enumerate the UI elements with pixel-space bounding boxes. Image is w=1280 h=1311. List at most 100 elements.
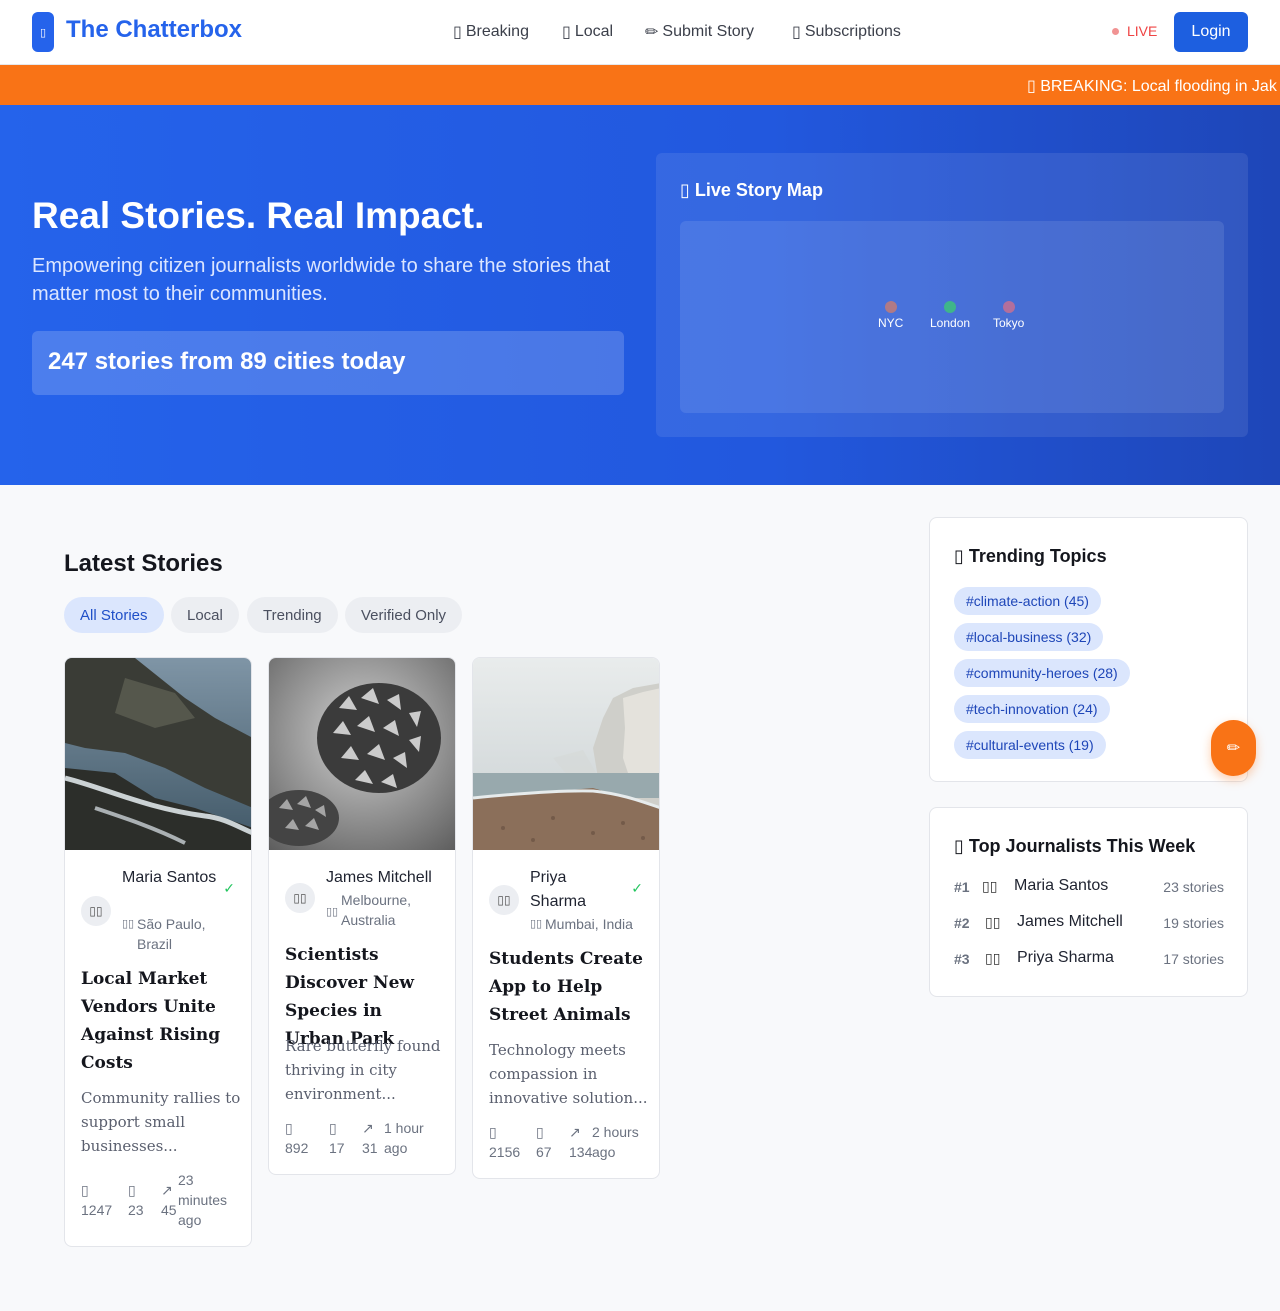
map-pin-nyc[interactable]: NYC — [878, 301, 903, 330]
topic-tag[interactable]: #cultural-events (19) — [954, 731, 1106, 759]
hero-title: Real Stories. Real Impact. — [32, 195, 485, 236]
story-image-pinecone[interactable] — [269, 658, 456, 850]
live-label: LIVE — [1127, 23, 1158, 39]
views-value: 2156 — [489, 1144, 521, 1160]
story-card[interactable]: ▯▯ Maria Santos ✓ ▯▯ São Paulo, Brazil L… — [64, 657, 252, 1247]
topic-tag[interactable]: #tech-innovation (24) — [954, 695, 1110, 723]
views-count: ▯ 892 — [285, 1118, 321, 1158]
comments-icon: ▯ — [536, 1124, 544, 1140]
story-map[interactable]: NYC London Tokyo — [680, 221, 1224, 413]
map-title: ▯ Live Story Map — [680, 180, 823, 200]
author-location: ▯▯ São Paulo, Brazil — [122, 914, 242, 954]
daily-stats-banner: 247 stories from 89 cities today — [32, 331, 624, 395]
live-indicator: LIVE — [1112, 23, 1157, 39]
story-image-coast[interactable] — [65, 658, 252, 850]
journalist-row[interactable]: #3 ▯▯ Priya Sharma 17 stories — [954, 949, 1224, 973]
comments-count: ▯ 23 — [128, 1180, 152, 1220]
location-text: Mumbai, India — [545, 916, 633, 932]
views-count: ▯ 2156 — [489, 1122, 525, 1162]
story-image-beach-cliffs[interactable] — [473, 658, 660, 850]
pin-label: London — [930, 316, 971, 330]
flag-icon: ▯▯ — [122, 918, 135, 930]
pin-dot-icon — [1002, 301, 1015, 313]
journalist-name: James Mitchell — [1017, 913, 1123, 930]
story-title[interactable]: Students Create App to Help Street Anima… — [489, 945, 649, 1029]
nav-subscriptions[interactable]: ▯ Subscriptions — [792, 22, 901, 42]
map-pin-london[interactable]: London — [930, 301, 970, 330]
site-logo[interactable]: The Chatterbox — [66, 16, 242, 44]
avatar: ▯▯ — [985, 914, 1001, 930]
views-icon: ▯ — [489, 1124, 497, 1140]
live-story-map-card: ▯ Live Story Map NYC London Tokyo — [656, 153, 1248, 437]
journalist-story-count: 19 stories — [1163, 915, 1224, 931]
pin-dot-icon — [884, 301, 897, 313]
avatar[interactable]: ▯▯ — [489, 885, 519, 915]
comments-count: ▯ 17 — [329, 1118, 353, 1158]
journalist-rank: #3 — [954, 951, 970, 967]
avatar[interactable]: ▯▯ — [81, 896, 111, 926]
author-name[interactable]: Priya Sharma — [530, 866, 620, 914]
top-header: ▯ The Chatterbox ▯ Breaking ▯ Local ✏ Su… — [0, 0, 1280, 65]
story-description: Technology meets compassion in innovativ… — [489, 1041, 648, 1107]
author-name[interactable]: Maria Santos — [122, 866, 217, 890]
flag-icon: ▯▯ — [530, 918, 543, 930]
ticker-text[interactable]: ▯ BREAKING: Local flooding in Jak — [1027, 76, 1277, 96]
story-time: 23 minutes ago — [178, 1172, 228, 1228]
live-dot-icon — [1112, 27, 1119, 35]
local-icon: ▯ — [562, 24, 571, 41]
compose-story-button[interactable]: ✏ — [1211, 720, 1256, 776]
story-card[interactable]: ▯▯ James Mitchell ▯▯ Melbourne, Australi… — [268, 657, 456, 1175]
verified-check-icon: ✓ — [631, 880, 643, 896]
login-button[interactable]: Login — [1174, 12, 1248, 52]
author-location: ▯▯ Mumbai, India — [530, 914, 650, 934]
shares-count: ↗ 31 — [362, 1118, 382, 1158]
journalist-row[interactable]: #2 ▯▯ James Mitchell 19 stories — [954, 913, 1224, 937]
pin-label: Tokyo — [993, 316, 1025, 330]
flag-icon: ▯▯ — [326, 906, 339, 918]
pin-dot-icon — [944, 301, 957, 313]
filter-all-stories[interactable]: All Stories — [64, 597, 164, 633]
pencil-icon: ✏ — [1226, 740, 1241, 757]
logo-icon[interactable]: ▯ — [32, 12, 54, 52]
map-pin-tokyo[interactable]: Tokyo — [993, 301, 1024, 330]
share-icon: ↗ — [569, 1124, 581, 1140]
story-time: 2 hours ago — [592, 1124, 639, 1160]
topic-tag[interactable]: #community-heroes (28) — [954, 659, 1130, 687]
trending-topics-card: ▯ Trending Topics #climate-action (45) #… — [929, 517, 1248, 782]
top-journalists-card: ▯ Top Journalists This Week #1 ▯▯ Maria … — [929, 807, 1248, 997]
story-card[interactable]: ▯▯ Priya Sharma ✓ ▯▯ Mumbai, India Stude… — [472, 657, 660, 1179]
nav-submit-story[interactable]: ✏ Submit Story — [645, 22, 754, 42]
subscriptions-icon: ▯ — [792, 24, 801, 41]
trending-title: ▯ Trending Topics — [954, 546, 1107, 566]
avatar: ▯▯ — [985, 950, 1001, 966]
author-name[interactable]: James Mitchell — [326, 866, 446, 890]
shares-value: 134 — [569, 1144, 593, 1160]
nav-label: Local — [574, 23, 614, 40]
filter-verified-only[interactable]: Verified Only — [345, 597, 463, 633]
journalist-rank: #2 — [954, 915, 970, 931]
comments-icon: ▯ — [128, 1182, 136, 1198]
views-value: 892 — [285, 1140, 309, 1156]
topic-tag[interactable]: #local-business (32) — [954, 623, 1104, 651]
latest-stories-heading: Latest Stories — [64, 550, 223, 577]
shares-value: 31 — [362, 1140, 378, 1156]
story-description: Rare butterfly found thriving in city en… — [285, 1037, 441, 1103]
topic-tag[interactable]: #climate-action (45) — [954, 587, 1101, 615]
journalist-rank: #1 — [954, 879, 970, 895]
journalist-story-count: 17 stories — [1163, 951, 1224, 967]
comments-value: 67 — [536, 1144, 552, 1160]
nav-local[interactable]: ▯ Local — [562, 22, 613, 42]
verified-check-icon: ✓ — [223, 880, 235, 896]
author-location: ▯▯ Melbourne, Australia — [326, 890, 446, 930]
breaking-ticker: ▯ BREAKING: Local flooding in Jak — [0, 65, 1280, 105]
nav-breaking[interactable]: ▯ Breaking — [453, 22, 529, 42]
story-description: Community rallies to support small busin… — [81, 1089, 241, 1155]
journalist-row[interactable]: #1 ▯▯ Maria Santos 23 stories — [954, 877, 1224, 901]
story-title[interactable]: Local Market Vendors Unite Against Risin… — [81, 965, 241, 1077]
avatar[interactable]: ▯▯ — [285, 883, 315, 913]
filter-trending[interactable]: Trending — [247, 597, 338, 633]
pencil-icon: ✏ — [645, 24, 659, 41]
hero-subtitle: Empowering citizen journalists worldwide… — [32, 255, 611, 305]
filter-local[interactable]: Local — [171, 597, 239, 633]
journalist-story-count: 23 stories — [1163, 879, 1224, 895]
